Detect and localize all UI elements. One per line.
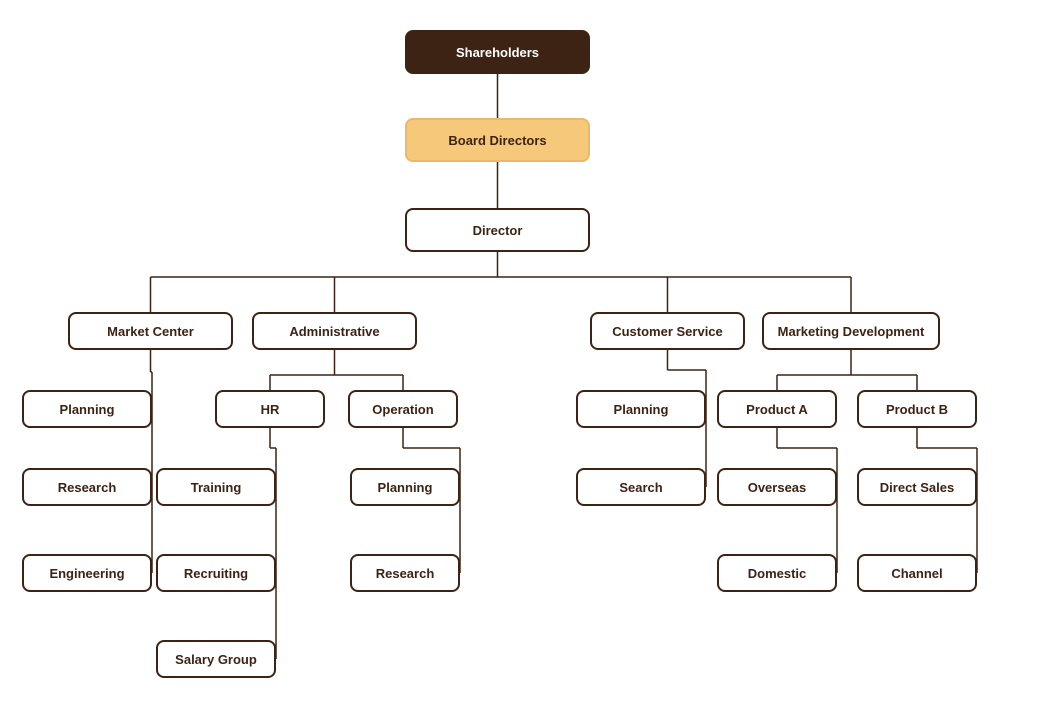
connectors: [0, 0, 1053, 723]
research-op-node: Research: [350, 554, 460, 592]
direct-sales-node: Direct Sales: [857, 468, 977, 506]
salary-group-node: Salary Group: [156, 640, 276, 678]
operation-node: Operation: [348, 390, 458, 428]
org-chart: Shareholders Board Directors Director Ma…: [0, 0, 1053, 60]
product-a-node: Product A: [717, 390, 837, 428]
engineering-node: Engineering: [22, 554, 152, 592]
market-center-node: Market Center: [68, 312, 233, 350]
recruiting-node: Recruiting: [156, 554, 276, 592]
search-node: Search: [576, 468, 706, 506]
marketing-development-node: Marketing Development: [762, 312, 940, 350]
domestic-node: Domestic: [717, 554, 837, 592]
customer-service-node: Customer Service: [590, 312, 745, 350]
planning-left-node: Planning: [22, 390, 152, 428]
channel-node: Channel: [857, 554, 977, 592]
planning-op-node: Planning: [350, 468, 460, 506]
planning-cs-node: Planning: [576, 390, 706, 428]
shareholders-node: Shareholders: [405, 30, 590, 74]
training-node: Training: [156, 468, 276, 506]
research-node: Research: [22, 468, 152, 506]
director-node: Director: [405, 208, 590, 252]
overseas-node: Overseas: [717, 468, 837, 506]
hr-node: HR: [215, 390, 325, 428]
board-directors-node: Board Directors: [405, 118, 590, 162]
administrative-node: Administrative: [252, 312, 417, 350]
product-b-node: Product B: [857, 390, 977, 428]
